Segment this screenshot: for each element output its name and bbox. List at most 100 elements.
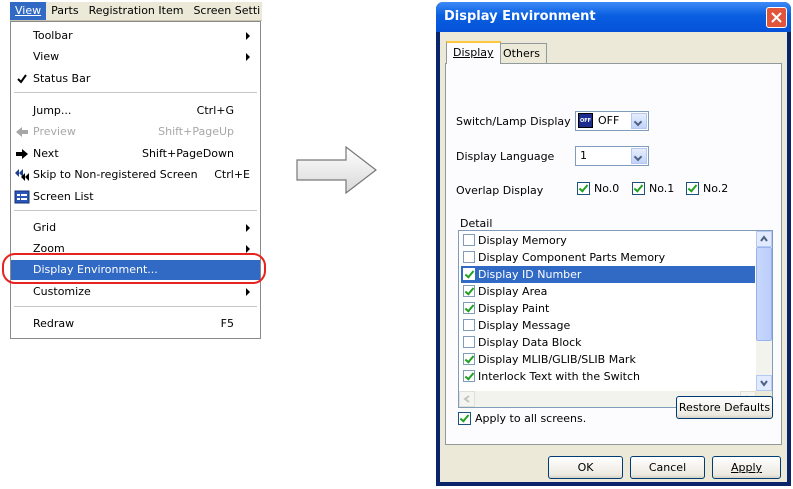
menu-item-jump[interactable]: Jump... Ctrl+G — [11, 101, 260, 121]
menu-separator — [14, 306, 257, 307]
detail-item-mlib-mark[interactable]: Display MLIB/GLIB/SLIB Mark — [461, 351, 755, 368]
switch-lamp-label: Switch/Lamp Display — [456, 115, 571, 128]
chevron-down-icon[interactable] — [631, 113, 647, 129]
detail-item-id-number[interactable]: Display ID Number — [461, 266, 755, 283]
detail-listbox[interactable]: Display Memory Display Component Parts M… — [458, 230, 773, 408]
menu-separator — [14, 210, 257, 211]
detail-item-label: Display MLIB/GLIB/SLIB Mark — [478, 353, 636, 366]
switch-lamp-value: OFF — [598, 114, 620, 127]
detail-item-interlock-text[interactable]: Interlock Text with the Switch — [461, 368, 755, 385]
detail-item-label: Display Area — [478, 285, 548, 298]
detail-vertical-scrollbar[interactable] — [756, 231, 772, 391]
menu-item-toolbar[interactable]: Toolbar — [11, 26, 260, 46]
display-language-value: 1 — [580, 149, 587, 162]
detail-checkbox[interactable] — [463, 336, 475, 348]
menu-item-redraw-label: Redraw — [33, 317, 75, 330]
tab-others-label: Others — [503, 47, 540, 60]
scroll-down-button[interactable] — [756, 375, 772, 391]
screen-list-icon — [14, 190, 30, 204]
menu-screen-settings[interactable]: Screen Setti — [188, 2, 262, 20]
menu-item-customize[interactable]: Customize — [11, 282, 260, 302]
menu-item-screen-list[interactable]: Screen List — [11, 187, 260, 207]
apply-all-checkbox[interactable] — [458, 412, 471, 425]
switch-lamp-select[interactable]: OFF OFF — [575, 111, 649, 131]
menu-item-status-bar-label: Status Bar — [33, 72, 91, 85]
menu-separator — [14, 92, 257, 93]
switch-off-icon: OFF — [578, 113, 593, 128]
detail-label: Detail — [460, 217, 493, 230]
highlight-callout — [2, 253, 266, 284]
checkmark-icon — [17, 74, 27, 84]
menu-item-view[interactable]: View — [11, 47, 260, 67]
menu-item-skip[interactable]: Skip to Non-registered Screen Ctrl+E — [11, 165, 260, 185]
cancel-label: Cancel — [648, 461, 687, 474]
detail-item-label: Display Component Parts Memory — [478, 251, 666, 264]
detail-item-component-parts-memory[interactable]: Display Component Parts Memory — [461, 249, 755, 266]
detail-item-label: Display Message — [478, 319, 571, 332]
menu-parts[interactable]: Parts — [46, 2, 83, 20]
detail-item-display-paint[interactable]: Display Paint — [461, 300, 755, 317]
menu-item-next[interactable]: Next Shift+PageDown — [11, 144, 260, 164]
tab-display[interactable]: Display — [446, 41, 501, 64]
scroll-up-button[interactable] — [756, 231, 772, 247]
menu-item-jump-label: Jump... — [33, 104, 72, 117]
detail-item-label: Display Paint — [478, 302, 550, 315]
apply-button[interactable]: Apply — [712, 456, 781, 479]
detail-checkbox[interactable] — [463, 353, 475, 365]
submenu-arrow-icon — [246, 53, 250, 61]
detail-checkbox[interactable] — [463, 251, 475, 263]
menu-item-next-shortcut: Shift+PageDown — [141, 147, 234, 160]
tab-display-label: Display — [453, 46, 494, 59]
menu-item-preview-shortcut: Shift+PageUp — [158, 125, 234, 138]
tab-others[interactable]: Others — [496, 43, 547, 63]
cancel-button[interactable]: Cancel — [630, 456, 705, 479]
menu-item-grid[interactable]: Grid — [11, 218, 260, 238]
skip-forward-icon — [15, 169, 29, 181]
scroll-thumb[interactable] — [756, 247, 772, 341]
menu-view-label: View — [15, 4, 42, 17]
detail-checkbox[interactable] — [463, 370, 475, 382]
chevron-down-icon[interactable] — [631, 148, 647, 164]
overlap-no1-label: No.1 — [649, 182, 675, 195]
detail-checkbox[interactable] — [463, 268, 475, 280]
detail-item-display-memory[interactable]: Display Memory — [461, 232, 755, 249]
overlap-no2-checkbox[interactable] — [686, 182, 699, 195]
ok-label: OK — [577, 461, 594, 474]
detail-checkbox[interactable] — [463, 285, 475, 297]
menu-item-skip-label: Skip to Non-registered Screen — [33, 168, 198, 181]
submenu-arrow-icon — [246, 32, 250, 40]
restore-defaults-label: Restore Defaults — [678, 401, 771, 414]
close-button[interactable] — [766, 7, 787, 28]
back-arrow-icon — [16, 127, 28, 137]
overlap-no0-checkbox[interactable] — [577, 182, 590, 195]
scroll-left-button[interactable] — [459, 391, 475, 407]
detail-checkbox[interactable] — [463, 234, 475, 246]
menu-registration-item[interactable]: Registration Item — [84, 2, 189, 20]
detail-checkbox[interactable] — [463, 302, 475, 314]
display-language-select[interactable]: 1 — [575, 146, 649, 166]
submenu-arrow-icon — [246, 224, 250, 232]
menu-item-screen-list-label: Screen List — [33, 190, 94, 203]
dialog-titlebar[interactable]: Display Environment — [436, 2, 791, 32]
detail-item-label: Display Data Block — [478, 336, 582, 349]
detail-item-label: Display Memory — [478, 234, 567, 247]
restore-defaults-button[interactable]: Restore Defaults — [676, 396, 773, 419]
detail-checkbox[interactable] — [463, 319, 475, 331]
menu-item-redraw[interactable]: Redraw F5 — [11, 314, 260, 334]
menu-item-preview-label: Preview — [33, 125, 76, 138]
forward-arrow-icon — [16, 149, 28, 159]
chevron-left-icon — [463, 395, 470, 403]
overlap-no0-label: No.0 — [594, 182, 620, 195]
detail-item-display-area[interactable]: Display Area — [461, 283, 755, 300]
menu-view[interactable]: View — [10, 2, 47, 20]
detail-item-display-message[interactable]: Display Message — [461, 317, 755, 334]
chevron-down-icon — [760, 380, 768, 387]
detail-item-data-block[interactable]: Display Data Block — [461, 334, 755, 351]
overlap-no1-checkbox[interactable] — [632, 182, 645, 195]
close-icon — [771, 12, 782, 23]
menu-bar: View Parts Registration Item Screen Sett… — [10, 2, 262, 21]
menu-item-preview[interactable]: Preview Shift+PageUp — [11, 122, 260, 142]
submenu-arrow-icon — [246, 288, 250, 296]
ok-button[interactable]: OK — [548, 456, 623, 479]
menu-item-status-bar[interactable]: Status Bar — [11, 69, 260, 89]
